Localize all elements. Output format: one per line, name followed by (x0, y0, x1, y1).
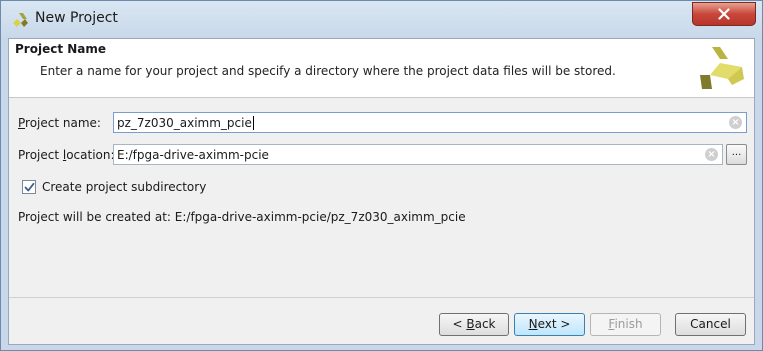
project-location-value: E:/fpga-drive-aximm-pcie (117, 147, 269, 162)
browse-location-button[interactable]: ... (726, 144, 747, 165)
cancel-button[interactable]: Cancel (675, 313, 746, 336)
title-bar[interactable]: New Project (1, 1, 762, 37)
page-header: Project Name Enter a name for your proje… (9, 39, 754, 98)
page-title: Project Name (15, 42, 107, 56)
back-button-prefix: < (452, 317, 467, 331)
project-location-input[interactable]: E:/fpga-drive-aximm-pcie × (113, 144, 723, 165)
dialog-body: Project Name Enter a name for your proje… (8, 38, 755, 345)
next-button-mnemonic: N (528, 317, 538, 331)
app-logo-icon (11, 10, 29, 28)
footer-divider (9, 297, 754, 298)
brand-logo-icon (698, 43, 748, 93)
next-button-rest: ext > (537, 317, 571, 331)
checkmark-icon (24, 182, 35, 192)
window-title: New Project (35, 10, 118, 26)
finish-button-rest: inish (614, 317, 643, 331)
close-icon (718, 8, 730, 20)
back-button[interactable]: < Back (439, 313, 509, 336)
back-button-mnemonic: B (466, 317, 475, 331)
project-location-label: Project location: (18, 148, 115, 162)
project-name-value: pz_7z030_aximm_pcie (117, 115, 252, 130)
next-button[interactable]: Next > (514, 313, 585, 336)
created-at-label: Project will be created at: (18, 210, 171, 224)
project-name-input[interactable]: pz_7z030_aximm_pcie × (113, 112, 747, 133)
create-subdirectory-label[interactable]: Create project subdirectory (42, 180, 206, 194)
project-name-label-mnemonic: P (18, 116, 26, 130)
created-at-text: Project will be created at: E:/fpga-driv… (18, 210, 466, 224)
back-button-rest: ack (474, 317, 496, 331)
created-at-path: E:/fpga-drive-aximm-pcie/pz_7z030_aximm_… (174, 210, 466, 224)
project-name-label-rest: roject name: (25, 116, 101, 130)
create-subdirectory-checkbox[interactable] (22, 180, 36, 194)
text-caret (252, 115, 254, 130)
clear-icon[interactable]: × (729, 116, 742, 129)
project-name-label: Project name: (18, 116, 101, 130)
clear-icon[interactable]: × (705, 148, 718, 161)
new-project-dialog: New Project Project Name Enter a name fo… (0, 0, 763, 351)
finish-button[interactable]: Finish (590, 313, 661, 336)
window-close-button[interactable] (692, 2, 756, 26)
project-location-label-rest: ocation: (66, 148, 115, 162)
project-location-label-prefix: Project (18, 148, 63, 162)
page-description: Enter a name for your project and specif… (40, 64, 616, 78)
